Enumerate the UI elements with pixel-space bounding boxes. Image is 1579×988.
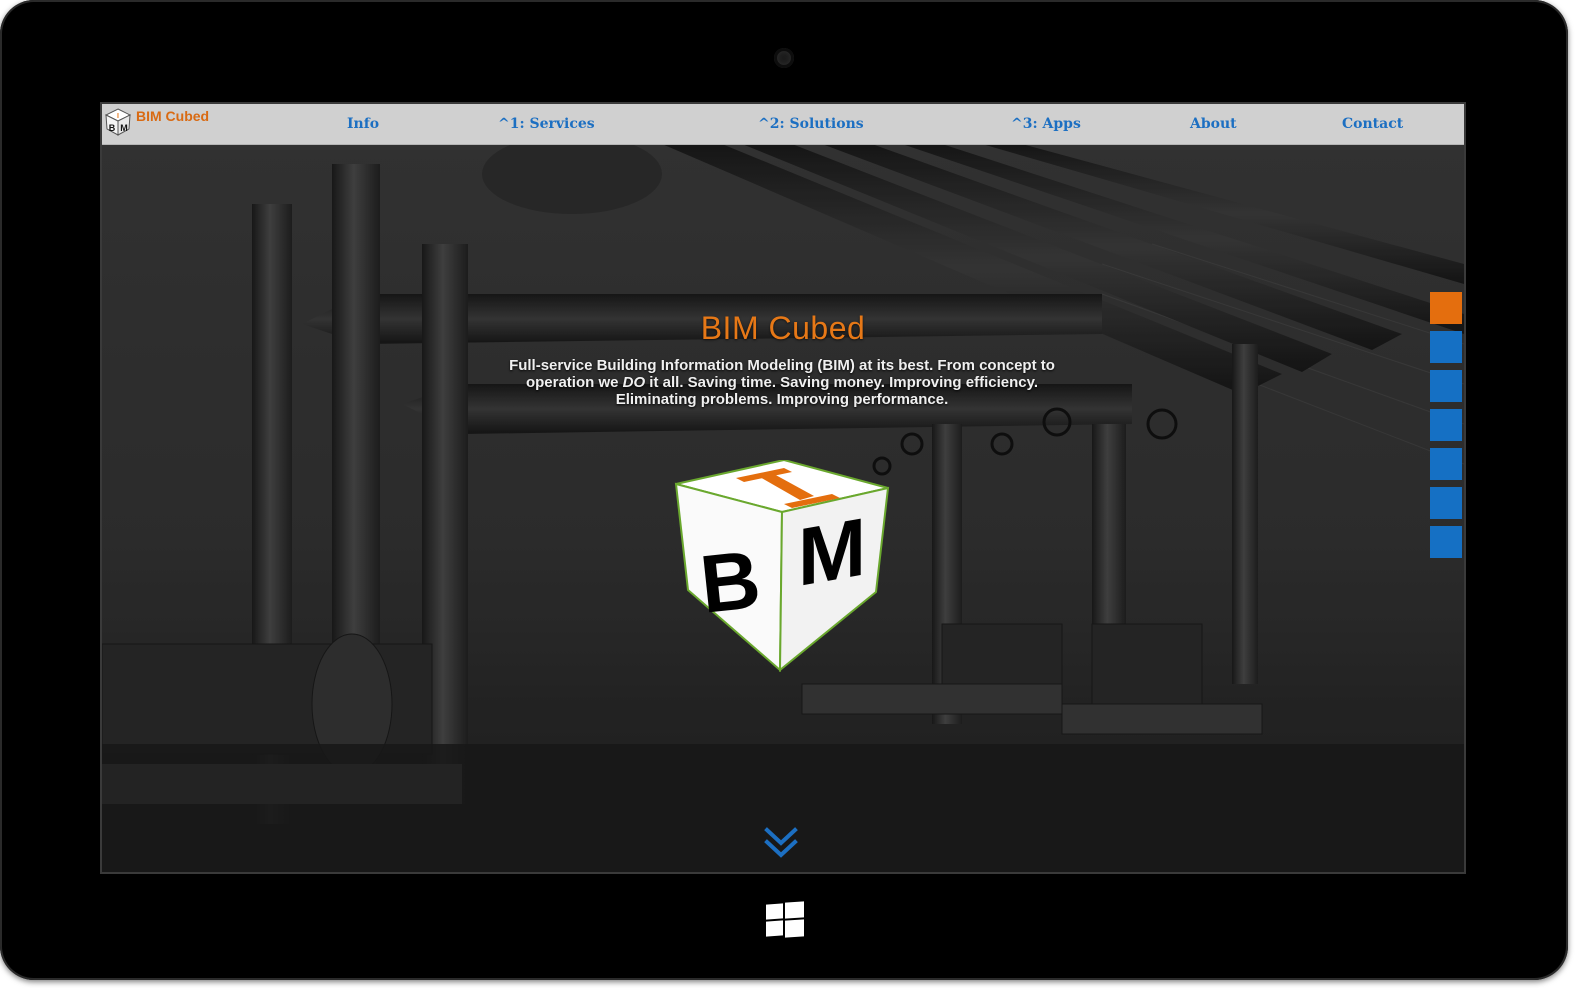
side-nav-item-1[interactable] — [1430, 292, 1462, 324]
logo-text: BIM Cubed — [136, 108, 210, 124]
logo-letter-i: I — [117, 113, 119, 120]
section-side-nav — [1430, 292, 1462, 565]
top-navbar: I B M BIM Cubed Info ^1: Services ^2: So… — [102, 104, 1464, 145]
nav-info-link[interactable]: Info — [347, 116, 379, 132]
side-nav-item-4[interactable] — [1430, 409, 1462, 441]
cube-letter-b: B — [696, 534, 764, 631]
logo-letter-m: M — [120, 123, 128, 133]
camera-icon — [774, 48, 794, 68]
logo-letter-b: B — [109, 123, 116, 133]
side-nav-item-3[interactable] — [1430, 370, 1462, 402]
side-nav-item-6[interactable] — [1430, 487, 1462, 519]
double-chevron-down-icon[interactable] — [764, 826, 798, 860]
side-nav-item-7[interactable] — [1430, 526, 1462, 558]
cube-letter-m: M — [798, 500, 866, 604]
nav-about-link[interactable]: About — [1190, 116, 1237, 132]
nav-contact-link[interactable]: Contact — [1342, 116, 1403, 132]
site-logo[interactable]: I B M BIM Cubed — [104, 107, 209, 137]
screen: I B M BIM Cubed Info ^1: Services ^2: So… — [102, 104, 1464, 872]
hero-title: BIM Cubed — [700, 310, 866, 346]
nav-apps-link[interactable]: ^3: Apps — [1011, 116, 1081, 132]
nav-services-link[interactable]: ^1: Services — [498, 116, 595, 132]
hero-text-emphasis: DO — [622, 374, 646, 391]
bim-cube-graphic: B M — [674, 460, 890, 672]
side-nav-item-2[interactable] — [1430, 331, 1462, 363]
side-nav-item-5[interactable] — [1430, 448, 1462, 480]
tablet-frame: I B M BIM Cubed Info ^1: Services ^2: So… — [0, 0, 1568, 980]
hero-description: Full-service Building Information Modeli… — [502, 357, 1062, 408]
hero-text-after: it all. Saving time. Saving money. Impro… — [615, 374, 1039, 408]
nav-solutions-link[interactable]: ^2: Solutions — [758, 116, 864, 132]
windows-logo-icon[interactable] — [766, 901, 804, 938]
logo-cube-icon: I B M — [104, 108, 132, 136]
